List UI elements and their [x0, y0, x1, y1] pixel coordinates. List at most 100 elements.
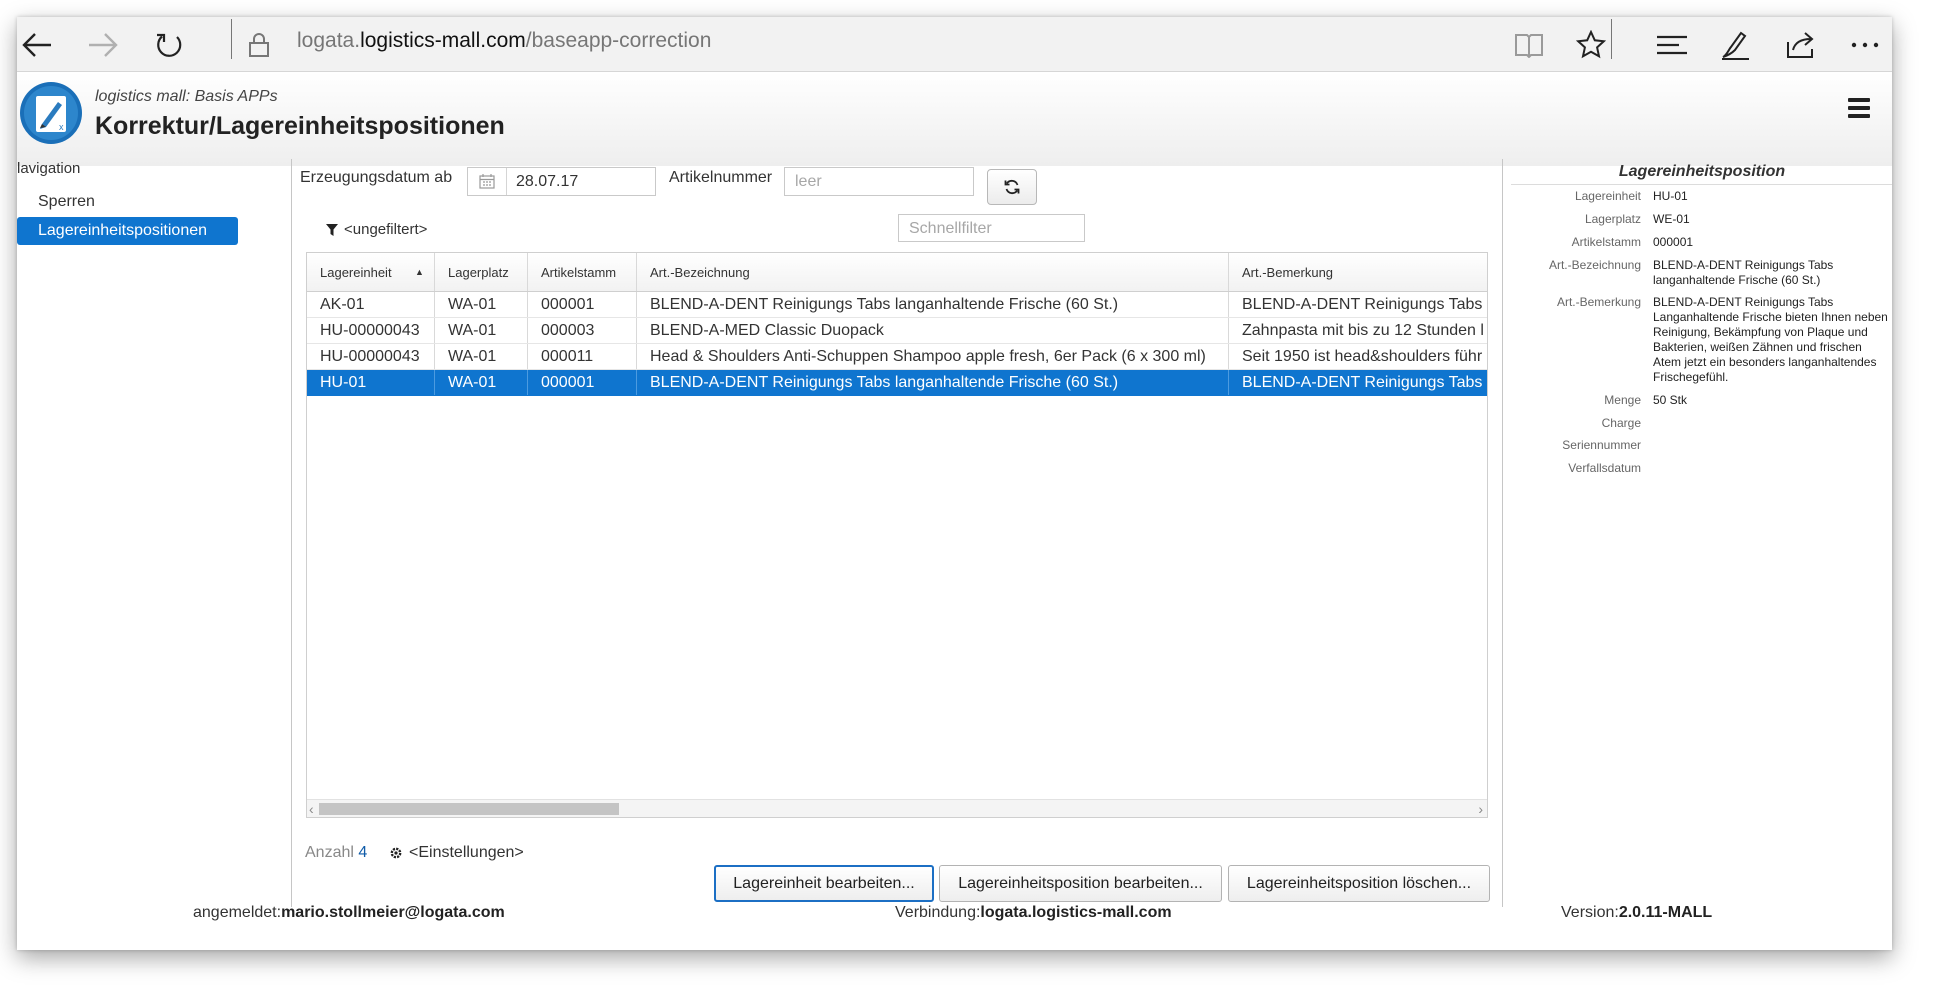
cell-artikelstamm: 000003	[528, 318, 637, 343]
back-button[interactable]	[19, 27, 55, 63]
article-number-input[interactable]: leer	[784, 167, 974, 196]
detail-value: WE-01	[1653, 212, 1690, 226]
detail-label: Lagerplatz	[1584, 212, 1641, 226]
url-host: logistics-mall.com	[360, 29, 526, 52]
edit-position-button[interactable]: Lagereinheitsposition bearbeiten...	[939, 865, 1222, 902]
quickfilter-placeholder: Schnellfilter	[909, 220, 992, 237]
column-header-artikelstamm[interactable]: Artikelstamm	[528, 253, 637, 291]
cell-lagerplatz: WA-01	[435, 318, 528, 343]
horizontal-scrollbar[interactable]: ‹ ›	[307, 799, 1487, 817]
cell-lagereinheit: HU-00000043	[307, 344, 435, 369]
cell-art-bemerkung: Zahnpasta mit bis zu 12 Stunden l	[1242, 322, 1484, 339]
filter-status[interactable]: <ungefiltert>	[326, 221, 427, 238]
footer-user-label: angemeldet:	[193, 904, 282, 921]
table-row[interactable]: AK-01 WA-01 000001 BLEND-A-DENT Reinigun…	[307, 292, 1487, 318]
cell-art-bezeichnung: Head & Shoulders Anti-Schuppen Shampoo a…	[637, 344, 1229, 369]
column-header-lagerplatz[interactable]: Lagerplatz	[435, 253, 528, 291]
edit-unit-button[interactable]: Lagereinheit bearbeiten...	[714, 865, 934, 902]
cell-lagereinheit: AK-01	[307, 292, 435, 317]
date-filter-field[interactable]: 28.07.17	[467, 167, 656, 196]
gear-icon	[390, 847, 402, 859]
column-header-art-bezeichnung[interactable]: Art.-Bezeichnung	[637, 253, 1229, 291]
cell-art-bezeichnung: BLEND-A-DENT Reinigungs Tabs langanhalte…	[637, 370, 1229, 395]
detail-label: Seriennummer	[1562, 438, 1641, 452]
more-button[interactable]	[1847, 27, 1883, 63]
row-count: Anzahl 4	[305, 844, 367, 862]
date-filter-value: 28.07.17	[516, 173, 579, 190]
footer-version-value: 2.0.11-MALL	[1618, 904, 1713, 921]
date-filter-label: Erzeugungsdatum ab	[300, 169, 453, 186]
svg-text:x: x	[59, 122, 64, 132]
table-row[interactable]: HU-00000043 WA-01 000011 Head & Shoulder…	[307, 344, 1487, 370]
column-header-lagereinheit[interactable]: Lagereinheit ▲	[307, 253, 435, 291]
scrollbar-thumb[interactable]	[319, 803, 619, 815]
row-count-value: 4	[358, 844, 368, 861]
url-path: /baseapp-correction	[525, 29, 712, 52]
detail-value: 50 Stk	[1653, 393, 1688, 407]
star-icon	[1576, 30, 1606, 59]
app-header: x logistics mall: Basis APPs Korrektur/L…	[17, 72, 1892, 166]
address-bar[interactable]: logata.logistics-mall.com/baseapp-correc…	[297, 26, 711, 56]
table-settings[interactable]: <Einstellungen>	[389, 844, 524, 862]
detail-label: Art.-Bemerkung	[1556, 295, 1641, 309]
url-prefix: logata.	[297, 29, 361, 52]
scroll-right-icon[interactable]: ›	[1478, 801, 1483, 817]
article-number-placeholder: leer	[795, 173, 822, 190]
cell-art-bemerkung: BLEND-A-DENT Reinigungs Tabs	[1242, 374, 1483, 391]
app-logo-icon: x	[19, 81, 83, 145]
share-button[interactable]	[1783, 27, 1819, 63]
calendar-icon[interactable]	[468, 168, 507, 195]
toolbar-separator	[1611, 19, 1612, 59]
toolbar-separator	[231, 19, 232, 59]
favorite-button[interactable]	[1573, 27, 1609, 63]
cell-lagerplatz: WA-01	[435, 344, 528, 369]
nav-item-lagereinheitspositionen[interactable]: Lagereinheitspositionen	[17, 217, 238, 245]
cell-lagerplatz: WA-01	[435, 370, 528, 395]
footer-connection: Verbindung:logata.logistics-mall.com	[895, 904, 1172, 922]
lock-icon	[241, 27, 277, 63]
browser-window: logata.logistics-mall.com/baseapp-correc…	[17, 17, 1892, 950]
scroll-left-icon[interactable]: ‹	[309, 801, 314, 817]
column-header-label: Lagereinheit	[320, 265, 392, 280]
cell-artikelstamm: 000001	[528, 292, 637, 317]
reading-view-button[interactable]	[1511, 27, 1547, 63]
hub-button[interactable]	[1654, 27, 1690, 63]
nav-divider	[291, 159, 292, 907]
detail-label: Menge	[1604, 393, 1641, 407]
filter-status-text: <ungefiltert>	[344, 221, 428, 238]
menu-icon[interactable]	[1848, 98, 1870, 118]
pen-icon	[1722, 31, 1749, 60]
share-icon	[1787, 32, 1814, 58]
back-arrow-icon	[22, 33, 51, 57]
footer-user-value: mario.stollmeier@logata.com	[281, 904, 505, 921]
detail-value: 000001	[1653, 235, 1694, 249]
app-subtitle: logistics mall: Basis APPs	[95, 88, 278, 105]
book-icon	[1515, 34, 1543, 58]
forward-button[interactable]	[85, 27, 121, 63]
refresh-icon	[1004, 179, 1020, 195]
detail-panel-title: Lagereinheitsposition	[1511, 163, 1892, 185]
footer-version: Version:2.0.11-MALL	[1561, 904, 1712, 922]
refresh-button[interactable]	[987, 169, 1037, 205]
table-row[interactable]: HU-00000043 WA-01 000003 BLEND-A-MED Cla…	[307, 318, 1487, 344]
positions-table: Lagereinheit ▲ Lagerplatz Artikelstamm Ar…	[306, 252, 1488, 818]
cell-lagereinheit: HU-01	[307, 370, 435, 395]
row-count-label: Anzahl	[305, 844, 354, 861]
detail-label: Art.-Bezeichnung	[1548, 258, 1641, 272]
table-header: Lagereinheit ▲ Lagerplatz Artikelstamm Ar…	[307, 253, 1487, 292]
column-header-art-bemerkung[interactable]: Art.-Bemerkung	[1229, 253, 1487, 291]
page-title: Korrektur/Lagereinheitspositionen	[95, 112, 505, 140]
quickfilter-input[interactable]: Schnellfilter	[898, 214, 1085, 242]
table-row-selected[interactable]: HU-01 WA-01 000001 BLEND-A-DENT Reinigun…	[307, 370, 1487, 396]
delete-position-button[interactable]: Lagereinheitsposition löschen...	[1228, 865, 1490, 902]
detail-divider	[1502, 159, 1503, 907]
reload-button[interactable]	[151, 27, 187, 63]
ellipsis-icon	[1851, 42, 1879, 48]
filter-icon	[326, 223, 338, 236]
detail-value: HU-01	[1653, 189, 1688, 203]
cell-art-bemerkung: Seit 1950 ist head&shoulders führ	[1242, 348, 1483, 365]
web-note-button[interactable]	[1717, 27, 1753, 63]
nav-item-sperren[interactable]: Sperren	[17, 188, 238, 216]
detail-label: Lagereinheit	[1574, 189, 1641, 203]
article-filter-label: Artikelnummer	[669, 169, 773, 186]
